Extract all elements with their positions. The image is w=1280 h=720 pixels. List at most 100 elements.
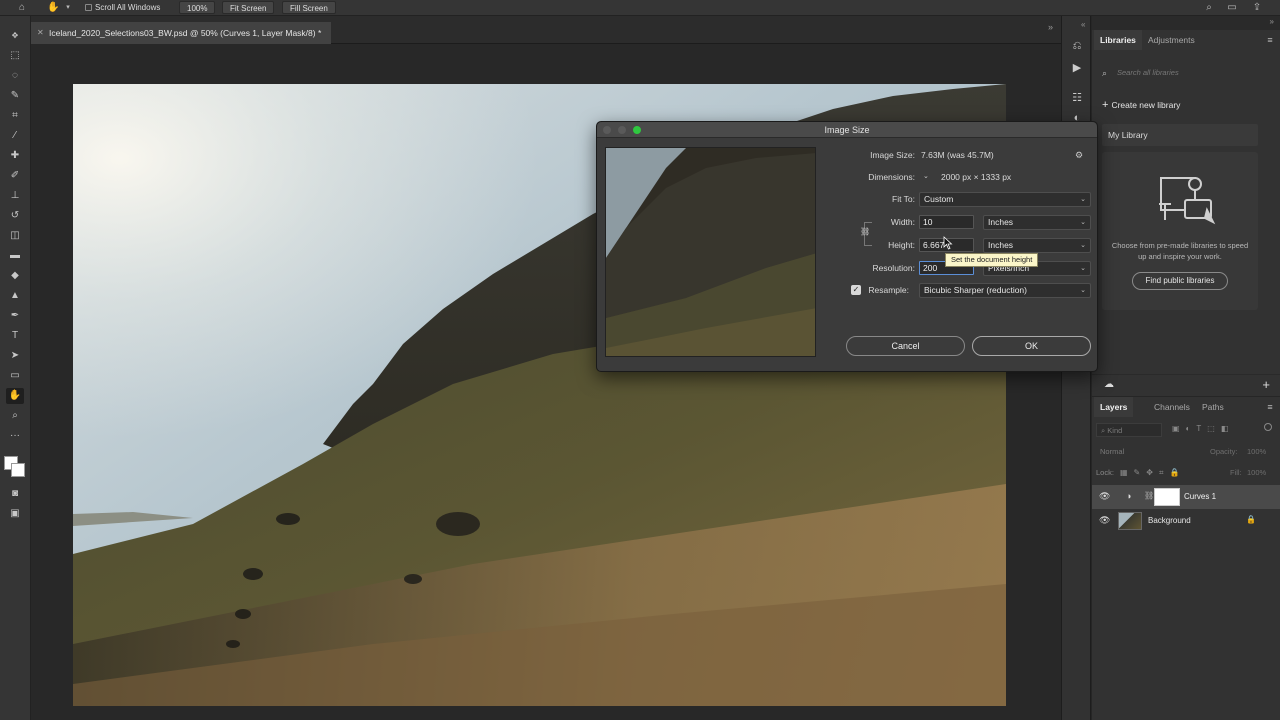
add-element-icon[interactable]: + (1262, 377, 1270, 392)
layer-filter-icons[interactable]: ▣◐T⬚◧ (1172, 424, 1234, 433)
width-unit-select[interactable]: Inches ⌄ (983, 215, 1091, 230)
zoom-100-button[interactable]: 100% (179, 1, 216, 14)
resample-label: Resample: (868, 285, 909, 295)
chevron-down-icon: ⌄ (1080, 287, 1086, 294)
blur-tool-icon[interactable]: ◆ (6, 268, 24, 284)
collapse-icon[interactable]: « (1081, 20, 1085, 29)
cloud-icon[interactable]: ☁ (1104, 379, 1114, 390)
lock-icon: 🔒 (1246, 515, 1256, 524)
dimensions-label: Dimensions: (868, 172, 915, 182)
tab-layers[interactable]: Layers (1094, 397, 1134, 417)
gear-icon[interactable]: ⚙ (1075, 148, 1083, 162)
panel-menu-icon[interactable]: ≡ (1264, 401, 1276, 413)
close-icon[interactable]: ✕ (37, 22, 44, 44)
tab-libraries[interactable]: Libraries (1094, 30, 1142, 50)
gradient-tool-icon[interactable]: ▬ (6, 248, 24, 264)
layer-mask-thumbnail[interactable] (1154, 488, 1180, 506)
resample-select[interactable]: Bicubic Sharper (reduction) ⌄ (919, 283, 1091, 298)
tab-adjustments[interactable]: Adjustments (1142, 30, 1201, 50)
quick-selection-tool-icon[interactable]: ✎ (6, 88, 24, 104)
path-selection-tool-icon[interactable]: ➤ (6, 348, 24, 364)
library-search[interactable]: ⌕ Search all libraries (1098, 66, 1274, 80)
image-preview[interactable] (605, 147, 816, 357)
more-tools-icon[interactable]: ··· (6, 428, 24, 444)
create-new-library-button[interactable]: + Create new library (1102, 98, 1180, 112)
image-size-label: Image Size: (870, 150, 915, 160)
screen-mode-icon[interactable]: ▣ (6, 506, 24, 522)
history-brush-tool-icon[interactable]: ↺ (6, 208, 24, 224)
brush-tool-icon[interactable]: ✐ (6, 168, 24, 184)
background-color-swatch[interactable] (11, 463, 25, 477)
fit-to-select[interactable]: Custom ⌄ (919, 192, 1091, 207)
layer-thumbnail[interactable] (1118, 512, 1142, 530)
hand-tool-icon[interactable]: ✋ (6, 388, 24, 404)
opacity-field[interactable]: 100% (1247, 445, 1266, 459)
height-unit-value: Inches (988, 240, 1014, 250)
workspace-icon[interactable]: ▭ (1226, 2, 1238, 14)
filter-toggle-icon[interactable] (1264, 423, 1272, 431)
home-icon[interactable]: ⌂ (16, 2, 28, 14)
link-icon[interactable]: ⛓ (1144, 491, 1154, 500)
layer-name[interactable]: Curves 1 (1184, 485, 1216, 509)
adjustment-layer-icon: ◑ (1126, 491, 1132, 501)
type-tool-icon[interactable]: T (6, 328, 24, 344)
chevron-down-icon[interactable]: ▾ (62, 2, 74, 14)
clone-stamp-tool-icon[interactable]: ⊥ (6, 188, 24, 204)
layer-row-background[interactable]: 👁 Background 🔒 (1092, 509, 1280, 533)
resolution-label: Resolution: (872, 263, 915, 273)
dialog-title: Image Size (824, 125, 870, 135)
eyedropper-tool-icon[interactable]: ⁄ (6, 128, 24, 144)
crop-tool-icon[interactable]: ⌗ (6, 108, 24, 124)
lock-options[interactable]: ▦✎✥⌗🔒 (1120, 466, 1185, 480)
libraries-panel: Libraries Adjustments ≡ ⌕ Search all lib… (1092, 30, 1280, 396)
actions-play-icon[interactable]: ▶ (1069, 60, 1085, 76)
fit-screen-button[interactable]: Fit Screen (222, 1, 275, 14)
resample-value: Bicubic Sharper (reduction) (924, 285, 1027, 295)
share-icon[interactable]: ⇪ (1251, 2, 1263, 14)
my-library-item[interactable]: My Library (1102, 124, 1258, 146)
panel-menu-icon[interactable]: ≡ (1264, 34, 1276, 46)
library-footer: ☁ + (1092, 374, 1280, 396)
tab-channels[interactable]: Channels (1148, 397, 1196, 417)
height-unit-select[interactable]: Inches ⌄ (983, 238, 1091, 253)
document-tab-bar: ✕ Iceland_2020_Selections03_BW.psd @ 50%… (31, 16, 1061, 44)
chevron-down-icon: ⌄ (1080, 196, 1086, 203)
document-tab[interactable]: ✕ Iceland_2020_Selections03_BW.psd @ 50%… (31, 22, 332, 44)
fill-field[interactable]: 100% (1247, 466, 1266, 480)
dodge-tool-icon[interactable]: ▲ (6, 288, 24, 304)
layer-row-curves[interactable]: 👁 ◑ ⛓ Curves 1 (1092, 485, 1280, 509)
hand-tool-icon[interactable]: ✋ (47, 2, 59, 14)
marquee-tool-icon[interactable]: ⬚ (6, 48, 24, 64)
dialog-titlebar[interactable]: Image Size (597, 122, 1097, 138)
fill-screen-button[interactable]: Fill Screen (282, 1, 336, 14)
move-tool-icon[interactable]: ✥ (6, 28, 24, 44)
cancel-button[interactable]: Cancel (846, 336, 965, 356)
search-icon: ⌕ (1101, 426, 1106, 435)
eye-icon[interactable]: 👁 (1099, 515, 1110, 526)
chevron-down-icon: ⌄ (1080, 265, 1086, 272)
collapse-icon[interactable]: » (1270, 17, 1274, 26)
layer-name[interactable]: Background (1148, 509, 1191, 533)
blend-mode-select[interactable]: Normal (1096, 445, 1190, 459)
find-public-libraries-button[interactable]: Find public libraries (1132, 272, 1228, 290)
collapse-panels-icon[interactable]: » (1048, 22, 1053, 32)
search-icon[interactable]: ⌕ (1203, 2, 1215, 14)
scroll-all-windows-checkbox[interactable] (85, 4, 92, 11)
ok-button[interactable]: OK (972, 336, 1091, 356)
history-icon[interactable]: ⎌ (1069, 38, 1085, 54)
properties-icon[interactable]: ☷ (1069, 90, 1085, 106)
width-field[interactable]: 10 (919, 215, 974, 229)
scroll-all-windows-label: Scroll All Windows (95, 3, 161, 12)
eye-icon[interactable]: 👁 (1099, 491, 1110, 502)
chevron-down-icon: ⌄ (1080, 242, 1086, 249)
zoom-tool-icon[interactable]: ⌕ (6, 408, 24, 424)
tab-paths[interactable]: Paths (1196, 397, 1230, 417)
rectangle-tool-icon[interactable]: ▭ (6, 368, 24, 384)
lasso-tool-icon[interactable]: ◌ (6, 68, 24, 84)
quick-mask-icon[interactable]: ◙ (6, 486, 24, 502)
healing-brush-tool-icon[interactable]: ✚ (6, 148, 24, 164)
eraser-tool-icon[interactable]: ◫ (6, 228, 24, 244)
chevron-down-icon[interactable]: ⌄ (923, 170, 929, 184)
pen-tool-icon[interactable]: ✒ (6, 308, 24, 324)
layer-kind-filter[interactable]: ⌕ Kind (1096, 423, 1162, 437)
